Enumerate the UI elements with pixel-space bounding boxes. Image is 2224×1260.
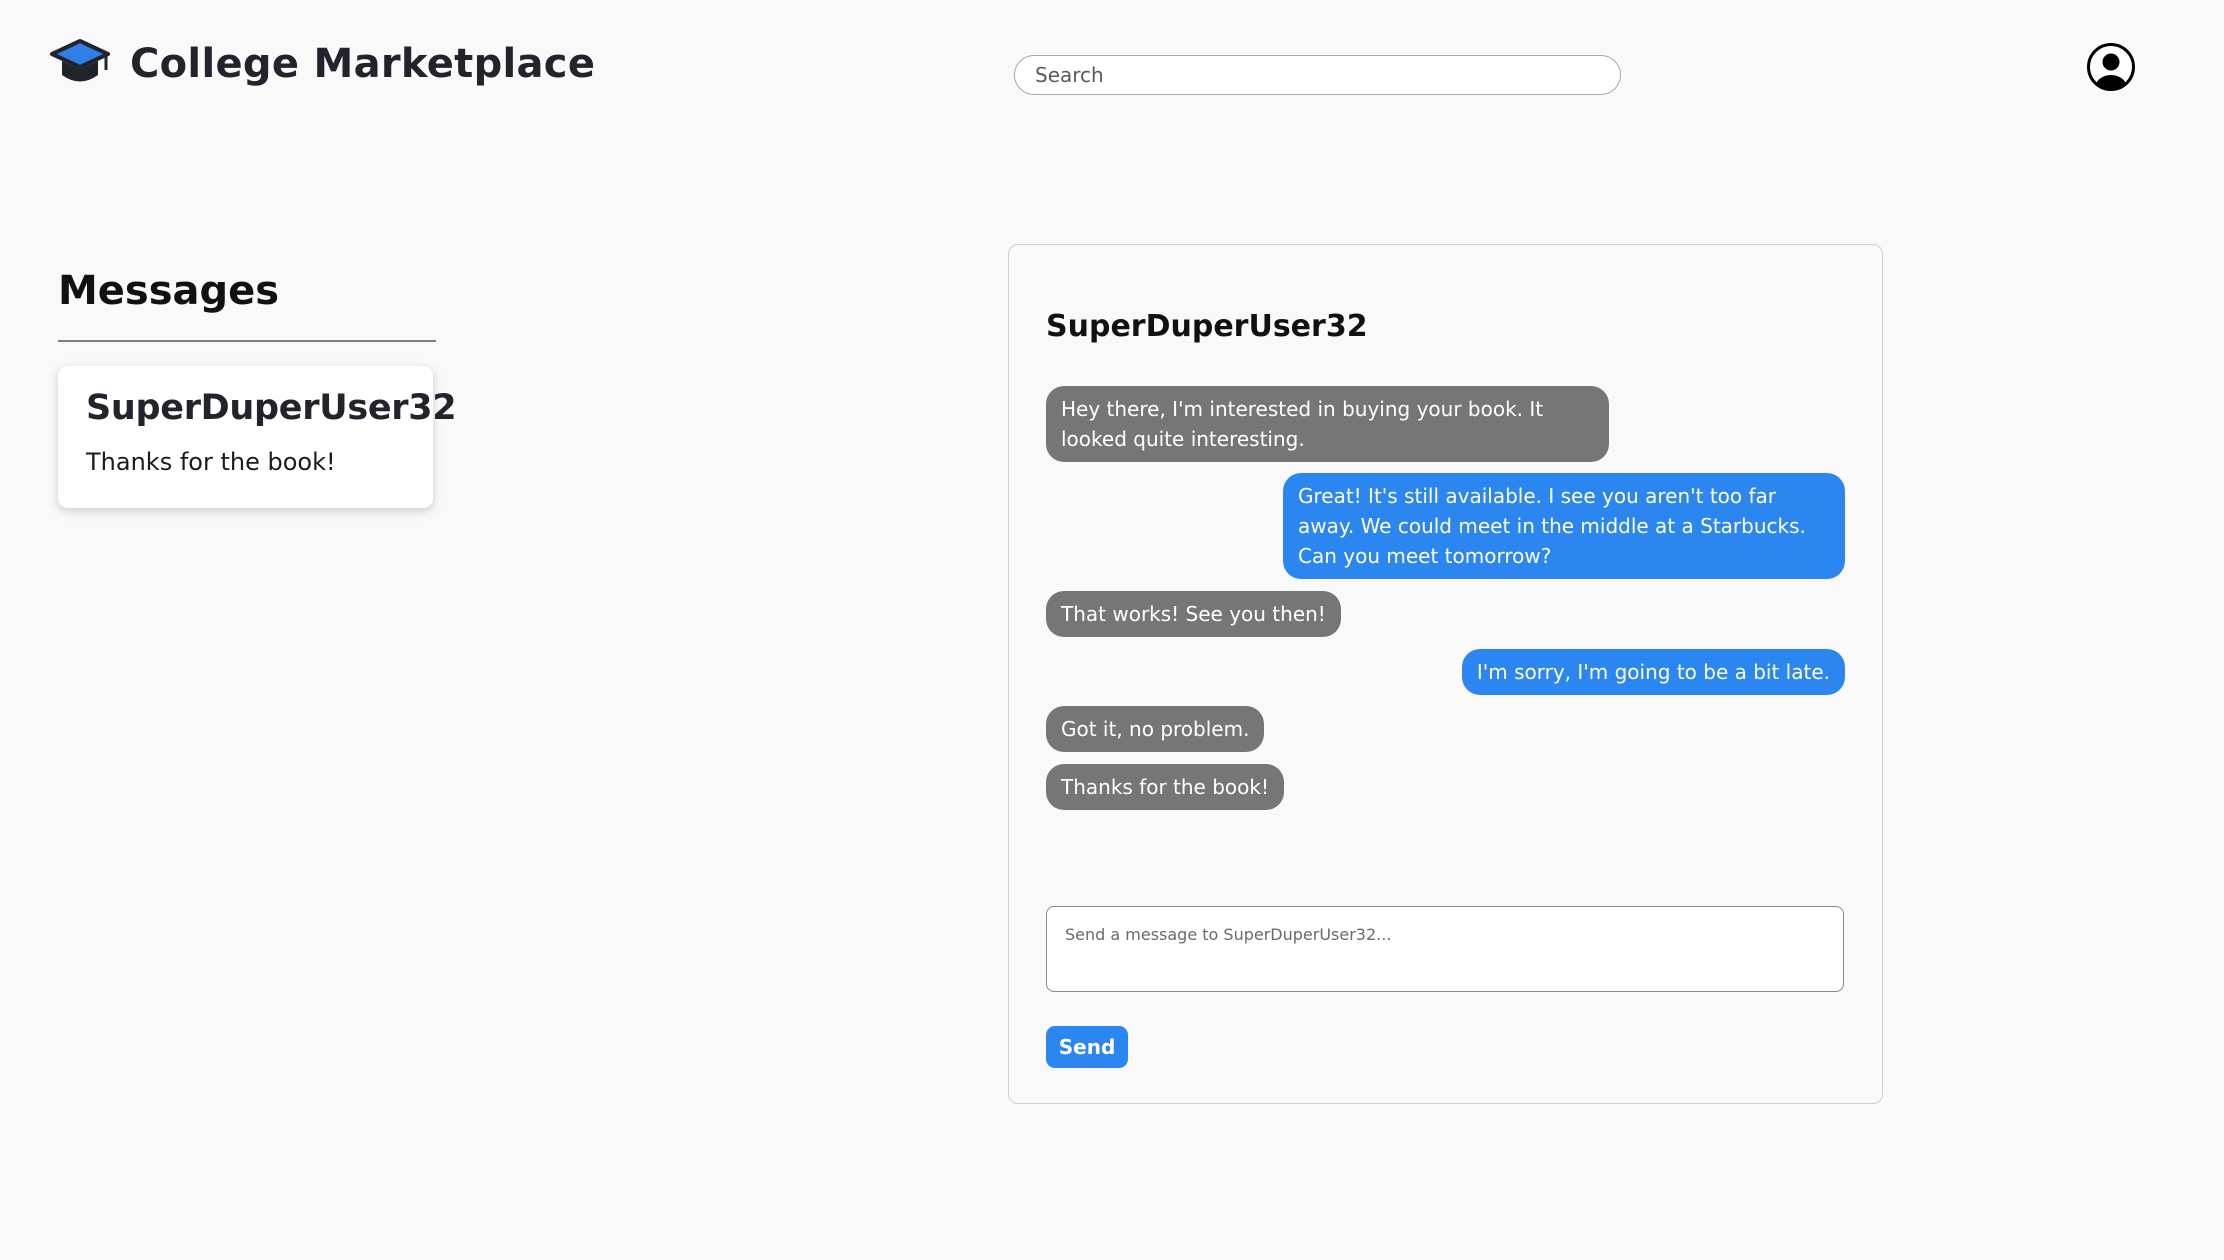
message-input[interactable] xyxy=(1046,906,1844,992)
app-logo[interactable]: College Marketplace xyxy=(50,34,595,94)
conversation-card[interactable]: SuperDuperUser32 Thanks for the book! xyxy=(58,366,457,508)
message-bubble-incoming: That works! See you then! xyxy=(1046,591,1341,637)
send-button[interactable]: Send xyxy=(1046,1026,1128,1068)
messages-heading: Messages xyxy=(58,268,280,314)
chat-contact-name: SuperDuperUser32 xyxy=(1046,309,1368,344)
messages-divider xyxy=(58,340,436,342)
message-bubble-incoming: Thanks for the book! xyxy=(1046,764,1284,810)
user-circle-icon[interactable] xyxy=(2086,42,2136,92)
message-bubble-outgoing: Great! It's still available. I see you a… xyxy=(1283,473,1845,579)
conversation-preview: Thanks for the book! xyxy=(86,448,336,476)
conversation-name: SuperDuperUser32 xyxy=(86,388,457,428)
message-bubble-incoming: Hey there, I'm interested in buying your… xyxy=(1046,386,1609,462)
message-bubble-incoming: Got it, no problem. xyxy=(1046,706,1265,752)
search-input[interactable] xyxy=(1014,55,1621,95)
graduation-cap-icon xyxy=(50,39,110,82)
app-title: College Marketplace xyxy=(130,41,596,87)
message-bubble-outgoing: I'm sorry, I'm going to be a bit late. xyxy=(1461,649,1845,695)
chat-panel: SuperDuperUser32 Hey there, I'm interest… xyxy=(1008,244,1883,1104)
